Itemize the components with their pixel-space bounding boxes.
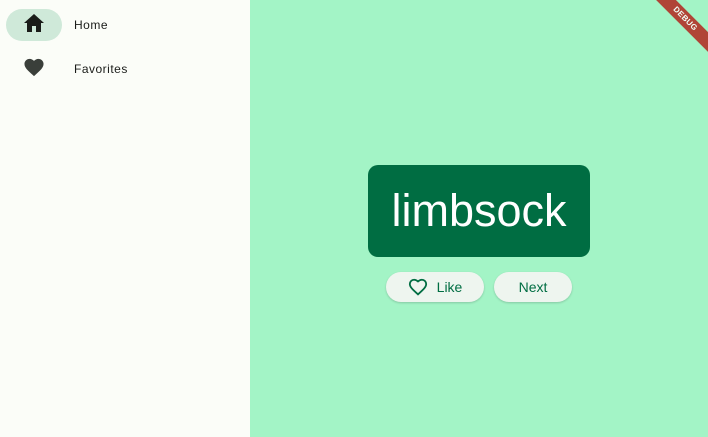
main-content: limbsock Like Next DEBUG: [250, 0, 708, 437]
heart-icon: [23, 57, 45, 82]
nav-indicator-favorites[interactable]: [6, 53, 62, 85]
nav-label-home: Home: [74, 18, 109, 32]
word-pair-card: limbsock: [368, 165, 590, 257]
navigation-rail: Home Favorites: [0, 0, 250, 437]
nav-indicator-home[interactable]: [6, 9, 62, 41]
nav-item-favorites[interactable]: Favorites: [6, 53, 128, 85]
heart-outline-icon: [408, 278, 428, 296]
next-button-label: Next: [518, 279, 548, 295]
nav-label-favorites: Favorites: [74, 62, 128, 76]
home-icon: [23, 13, 45, 38]
next-button[interactable]: Next: [494, 272, 572, 302]
debug-banner-label: DEBUG: [648, 0, 708, 56]
word-pair-text: limbsock: [391, 185, 567, 236]
app-window: Home Favorites limbsock Like Next DEBUG: [0, 0, 708, 437]
nav-item-home[interactable]: Home: [6, 9, 108, 41]
like-button[interactable]: Like: [386, 272, 484, 302]
like-button-label: Like: [436, 279, 463, 295]
debug-banner: DEBUG: [648, 0, 708, 60]
